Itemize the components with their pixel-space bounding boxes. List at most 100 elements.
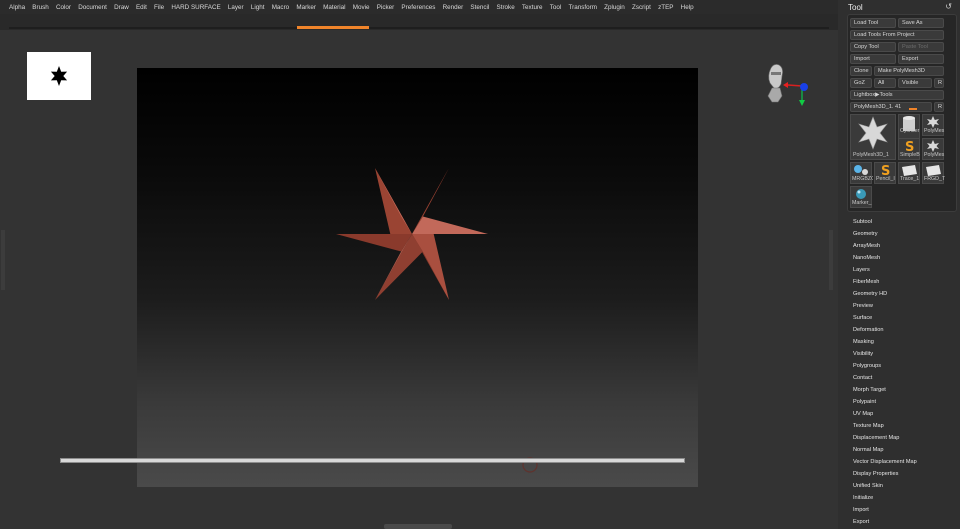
menu-brush[interactable]: Brush [32, 4, 48, 11]
tool-slot-simplebrush[interactable]: S SimpleB [898, 138, 920, 160]
menu-document[interactable]: Document [78, 4, 107, 11]
subpalette-subtool[interactable]: Subtool [853, 216, 957, 228]
menu-file[interactable]: File [154, 4, 164, 11]
menu-color[interactable]: Color [56, 4, 71, 11]
all-button[interactable]: All [874, 78, 896, 88]
tool-slot-trace[interactable]: Trace_1 [898, 162, 920, 184]
menu-layer[interactable]: Layer [228, 4, 244, 11]
paste-tool-button[interactable]: Paste Tool [898, 42, 944, 52]
menu-zscript[interactable]: Zscript [632, 4, 651, 11]
menu-help[interactable]: Help [681, 4, 694, 11]
subpalette-polygroups[interactable]: Polygroups [853, 360, 957, 372]
menu-transform[interactable]: Transform [568, 4, 596, 11]
subpalette-arraymesh[interactable]: ArrayMesh [853, 240, 957, 252]
tool-slot-mrgbzg[interactable]: MRGBZG [850, 162, 873, 184]
tab-track [9, 27, 829, 29]
menu-stencil[interactable]: Stencil [470, 4, 489, 11]
export-button[interactable]: Export [898, 54, 944, 64]
subpalette-fibermesh[interactable]: FiberMesh [853, 276, 957, 288]
navigation-head-gizmo[interactable] [758, 60, 808, 115]
star-icon [927, 140, 939, 152]
subpalette-preview[interactable]: Preview [853, 300, 957, 312]
subpalette-uv-map[interactable]: UV Map [853, 408, 957, 420]
menu-alpha[interactable]: Alpha [9, 4, 25, 11]
slider-indicator [909, 108, 917, 110]
menu-picker[interactable]: Picker [377, 4, 395, 11]
menu-hard-surface[interactable]: HARD SURFACE [171, 4, 220, 11]
menu-movie[interactable]: Movie [353, 4, 370, 11]
tool-slot-polymesh-2[interactable]: PolyMes [922, 114, 944, 136]
menu-macro[interactable]: Macro [272, 4, 290, 11]
subpalette-visibility[interactable]: Visibility [853, 348, 957, 360]
goz-button[interactable]: GoZ [850, 78, 872, 88]
subpalette-displacement-map[interactable]: Displacement Map [853, 432, 957, 444]
subpalette-normal-map[interactable]: Normal Map [853, 444, 957, 456]
make-polymesh-button[interactable]: Make PolyMesh3D [874, 66, 944, 76]
tool-palette-header[interactable]: Tool ↺ [838, 0, 960, 14]
tool-slot-label: FRGD_T [924, 176, 945, 182]
subpalette-morph-target[interactable]: Morph Target [853, 384, 957, 396]
menu-render[interactable]: Render [443, 4, 464, 11]
menu-zplugin[interactable]: Zplugin [604, 4, 625, 11]
mrgbz-icon [854, 165, 868, 175]
lightbox-tools-button[interactable]: Lightbox▶Tools [850, 90, 944, 100]
right-shelf-handle[interactable] [829, 230, 833, 290]
left-shelf-handle[interactable] [1, 230, 5, 290]
tool-slot-frgd[interactable]: FRGD_T [922, 162, 945, 184]
subpalette-initialize[interactable]: Initialize [853, 492, 957, 504]
palette-pin-icon[interactable]: ↺ [945, 2, 952, 11]
menu-material[interactable]: Material [323, 4, 345, 11]
menu-ztep[interactable]: zTEP [658, 4, 673, 11]
load-tool-button[interactable]: Load Tool [850, 18, 896, 28]
menu-edit[interactable]: Edit [136, 4, 147, 11]
menu-light[interactable]: Light [251, 4, 265, 11]
bottom-shelf-handle[interactable] [384, 524, 452, 529]
subpalette-geometry[interactable]: Geometry [853, 228, 957, 240]
load-tools-from-project-button[interactable]: Load Tools From Project [850, 30, 944, 40]
menu-marker[interactable]: Marker [296, 4, 316, 11]
r-button[interactable]: R [934, 78, 944, 88]
3d-viewport[interactable] [137, 68, 698, 487]
tool-controls-box: Load Tool Save As Load Tools From Projec… [847, 14, 957, 212]
menu-draw[interactable]: Draw [114, 4, 129, 11]
tool-slot-label: Marker_ [852, 200, 872, 206]
subpalette-texture-map[interactable]: Texture Map [853, 420, 957, 432]
subpalette-contact[interactable]: Contact [853, 372, 957, 384]
r-button-2[interactable]: R [934, 102, 944, 112]
star-mesh[interactable] [137, 68, 698, 487]
tool-slot-polymesh3d-1[interactable]: PolyMesh3D_1 [850, 114, 896, 160]
navigator-star-icon [50, 66, 68, 86]
subpalette-display-properties[interactable]: Display Properties [853, 468, 957, 480]
subpalette-geometry-hd[interactable]: Geometry HD [853, 288, 957, 300]
import-button[interactable]: Import [850, 54, 896, 64]
current-tool-slider[interactable]: PolyMesh3D_1. 41 [850, 102, 932, 112]
menu-tool[interactable]: Tool [550, 4, 562, 11]
subpalette-export[interactable]: Export [853, 516, 957, 528]
subpalette-polypaint[interactable]: Polypaint [853, 396, 957, 408]
copy-tool-button[interactable]: Copy Tool [850, 42, 896, 52]
horizontal-scrollbar[interactable] [60, 458, 685, 463]
tool-slot-polymesh-3[interactable]: PolyMes [922, 138, 944, 160]
subpalette-layers[interactable]: Layers [853, 264, 957, 276]
menu-preferences[interactable]: Preferences [401, 4, 435, 11]
tool-slot-label: Cylinder [900, 128, 920, 134]
tool-slot-label: Pencil_I [876, 176, 895, 182]
tool-slot-label: PolyMes [924, 128, 945, 134]
subpalette-unified-skin[interactable]: Unified Skin [853, 480, 957, 492]
menu-texture[interactable]: Texture [522, 4, 543, 11]
visible-button[interactable]: Visible [898, 78, 932, 88]
clone-button[interactable]: Clone [850, 66, 872, 76]
tab-active-indicator[interactable] [297, 26, 369, 29]
navigator-thumbnail[interactable] [27, 52, 91, 100]
subpalette-import[interactable]: Import [853, 504, 957, 516]
subpalette-deformation[interactable]: Deformation [853, 324, 957, 336]
subpalette-nanomesh[interactable]: NanoMesh [853, 252, 957, 264]
tool-slot-marker[interactable]: Marker_ [850, 186, 872, 208]
menu-stroke[interactable]: Stroke [497, 4, 515, 11]
subpalette-masking[interactable]: Masking [853, 336, 957, 348]
save-as-button[interactable]: Save As [898, 18, 944, 28]
subpalette-vector-displacement-map[interactable]: Vector Displacement Map [853, 456, 957, 468]
tab-strip [0, 14, 838, 30]
tool-slot-pencil[interactable]: S Pencil_I [874, 162, 896, 184]
subpalette-surface[interactable]: Surface [853, 312, 957, 324]
